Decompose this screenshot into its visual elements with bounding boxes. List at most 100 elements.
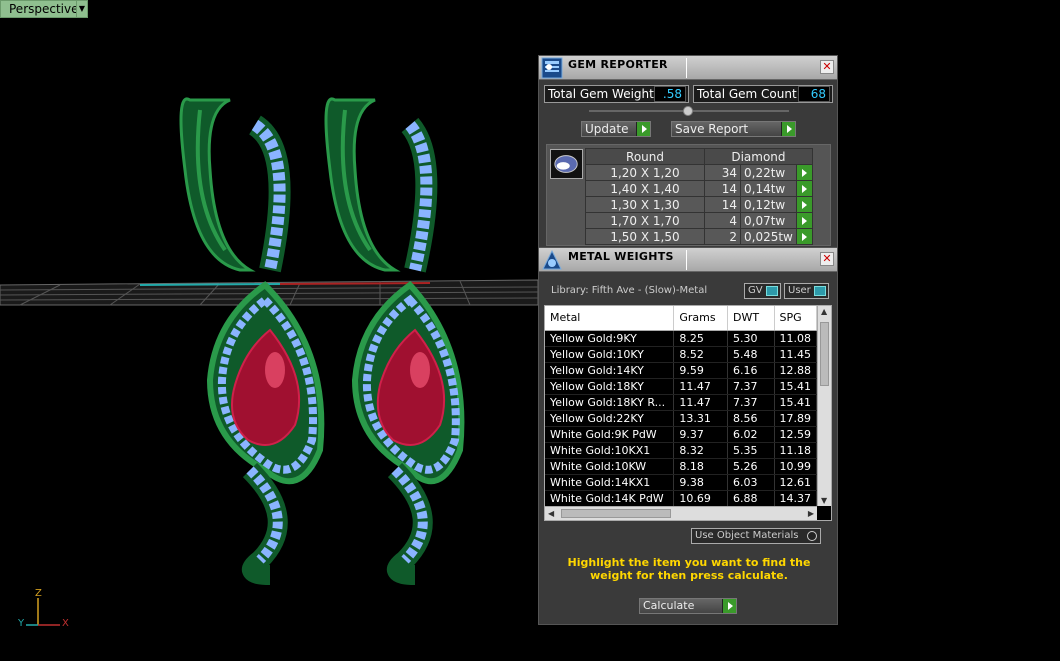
metal-grams: 9.59	[673, 362, 728, 379]
metal-name: Yellow Gold:9KY	[545, 330, 675, 347]
metal-row[interactable]: White Gold:9K PdW 9.37 6.02 12.59	[545, 426, 817, 443]
metal-row[interactable]: Yellow Gold:9KY 8.25 5.30 11.08	[545, 330, 817, 347]
metal-dwt: 5.30	[727, 330, 775, 347]
gem-row-go-icon[interactable]	[795, 196, 813, 213]
axis-gizmo	[26, 598, 60, 626]
gem-weight: 0,22tw	[740, 164, 797, 181]
gem-size: 1,50 X 1,50	[585, 228, 705, 245]
scroll-right-icon[interactable]: ▶	[808, 509, 814, 518]
metal-row[interactable]: Yellow Gold:22KY 13.31 8.56 17.89	[545, 410, 817, 427]
metal-weights-close-button[interactable]: ✕	[820, 252, 834, 266]
metal-grams: 8.32	[673, 442, 728, 459]
x-axis-label: X	[62, 618, 69, 629]
metal-grams: 10.69	[673, 490, 728, 507]
col-metal-header[interactable]: Metal	[545, 306, 675, 331]
metal-row[interactable]: Yellow Gold:14KY 9.59 6.16 12.88	[545, 362, 817, 379]
gem-reporter-close-button[interactable]: ✕	[820, 60, 834, 74]
gem-row[interactable]: 1,50 X 1,50 2 0,025tw	[585, 228, 813, 245]
calculate-hint: Highlight the item you want to find the …	[567, 556, 811, 582]
metal-list[interactable]: Metal Grams DWT SPG Yellow Gold:9KY 8.25 5…	[544, 305, 832, 521]
earring-render	[0, 97, 539, 626]
col-dwt-header[interactable]: DWT	[727, 306, 775, 331]
gem-shape-header: Round	[585, 148, 705, 165]
panel-splitter[interactable]	[589, 106, 789, 116]
metal-row[interactable]: Yellow Gold:18KY 11.47 7.37 15.41	[545, 378, 817, 395]
gem-row[interactable]: 1,70 X 1,70 4 0,07tw	[585, 212, 813, 229]
col-grams-header[interactable]: Grams	[673, 306, 728, 331]
metal-spg: 12.59	[774, 426, 817, 443]
scroll-down-icon[interactable]: ▼	[821, 496, 827, 505]
gem-size: 1,30 X 1,30	[585, 196, 705, 213]
gem-row-go-icon[interactable]	[795, 228, 813, 245]
metal-dwt: 8.56	[727, 410, 775, 427]
metal-row[interactable]: White Gold:14KX1 9.38 6.03 12.61	[545, 474, 817, 491]
title-separator	[686, 58, 687, 78]
title-separator	[686, 250, 687, 270]
gem-row-go-icon[interactable]	[795, 212, 813, 229]
metal-spg: 17.89	[774, 410, 817, 427]
gem-reporter-titlebar[interactable]: GEM REPORTER ✕	[539, 56, 837, 80]
metal-grams: 11.47	[673, 378, 728, 395]
scroll-thumb[interactable]	[561, 509, 671, 518]
use-object-materials-label: Use Object Materials	[695, 530, 799, 541]
gem-row[interactable]: 1,20 X 1,20 34 0,22tw	[585, 164, 813, 181]
gem-size: 1,40 X 1,40	[585, 180, 705, 197]
scroll-up-icon[interactable]: ▲	[821, 307, 827, 316]
metal-name: Yellow Gold:18KY R...	[545, 394, 675, 411]
earring-right	[324, 97, 465, 585]
gem-row[interactable]: 1,30 X 1,30 14 0,12tw	[585, 196, 813, 213]
gem-row[interactable]: 1,40 X 1,40 14 0,14tw	[585, 180, 813, 197]
metal-row[interactable]: Yellow Gold:18KY R... 11.47 7.37 15.41	[545, 394, 817, 411]
3d-viewport[interactable]: Z Y X Perspective ▼	[0, 0, 1060, 661]
metal-dwt: 7.37	[727, 378, 775, 395]
col-spg-header[interactable]: SPG	[774, 306, 817, 331]
view-dropdown-icon[interactable]: ▼	[76, 0, 88, 18]
save-report-button-label: Save Report	[675, 122, 749, 136]
toggle-indicator-icon	[766, 286, 778, 296]
total-gem-count-value: 68	[798, 86, 830, 102]
metal-spg: 12.61	[774, 474, 817, 491]
metal-grams: 8.25	[673, 330, 728, 347]
metal-spg: 12.88	[774, 362, 817, 379]
total-gem-weight-field: Total Gem Weight .58	[544, 85, 689, 103]
metal-weights-titlebar[interactable]: METAL WEIGHTS ✕	[539, 248, 837, 272]
user-toggle[interactable]: User	[784, 283, 829, 299]
scroll-left-icon[interactable]: ◀	[548, 509, 554, 518]
metal-dwt: 5.48	[727, 346, 775, 363]
gem-row-go-icon[interactable]	[795, 164, 813, 181]
metal-spg: 10.99	[774, 458, 817, 475]
update-button-label: Update	[585, 122, 629, 136]
metal-grams: 8.18	[673, 458, 728, 475]
metal-row[interactable]: White Gold:14K PdW 10.69 6.88 14.37	[545, 490, 817, 507]
gem-weight: 0,07tw	[740, 212, 797, 229]
metal-grams: 9.37	[673, 426, 728, 443]
metal-row[interactable]: Yellow Gold:10KY 8.52 5.48 11.45	[545, 346, 817, 363]
use-object-materials-option[interactable]: Use Object Materials	[691, 528, 821, 544]
gem-reporter-icon	[541, 57, 563, 79]
radio-icon[interactable]	[807, 531, 817, 541]
metal-name: White Gold:10KX1	[545, 442, 675, 459]
total-gem-count-field: Total Gem Count 68	[693, 85, 833, 103]
play-arrow-icon	[636, 122, 650, 136]
gem-reporter-title: GEM REPORTER	[568, 58, 668, 71]
metal-grams: 11.47	[673, 394, 728, 411]
metal-row[interactable]: White Gold:10KX1 8.32 5.35 11.18	[545, 442, 817, 459]
metal-name: White Gold:14K PdW	[545, 490, 675, 507]
metal-grams: 9.38	[673, 474, 728, 491]
horizontal-scrollbar[interactable]: ◀ ▶	[545, 506, 817, 520]
earring-left	[179, 97, 325, 585]
calculate-button[interactable]: Calculate	[639, 598, 737, 614]
scroll-thumb[interactable]	[820, 322, 829, 386]
view-label[interactable]: Perspective	[0, 0, 86, 18]
gem-count: 34	[704, 164, 741, 181]
update-button[interactable]: Update	[581, 121, 651, 137]
gem-row-go-icon[interactable]	[795, 180, 813, 197]
gv-toggle[interactable]: GV	[744, 283, 781, 299]
metal-row[interactable]: White Gold:10KW 8.18 5.26 10.99	[545, 458, 817, 475]
vertical-scrollbar[interactable]: ▲ ▼	[817, 306, 831, 506]
metal-spg: 15.41	[774, 378, 817, 395]
save-report-button[interactable]: Save Report	[671, 121, 796, 137]
metal-table: Metal Grams DWT SPG Yellow Gold:9KY 8.25 5…	[545, 306, 817, 507]
splitter-handle-icon[interactable]	[683, 106, 693, 116]
user-toggle-label: User	[788, 285, 811, 296]
